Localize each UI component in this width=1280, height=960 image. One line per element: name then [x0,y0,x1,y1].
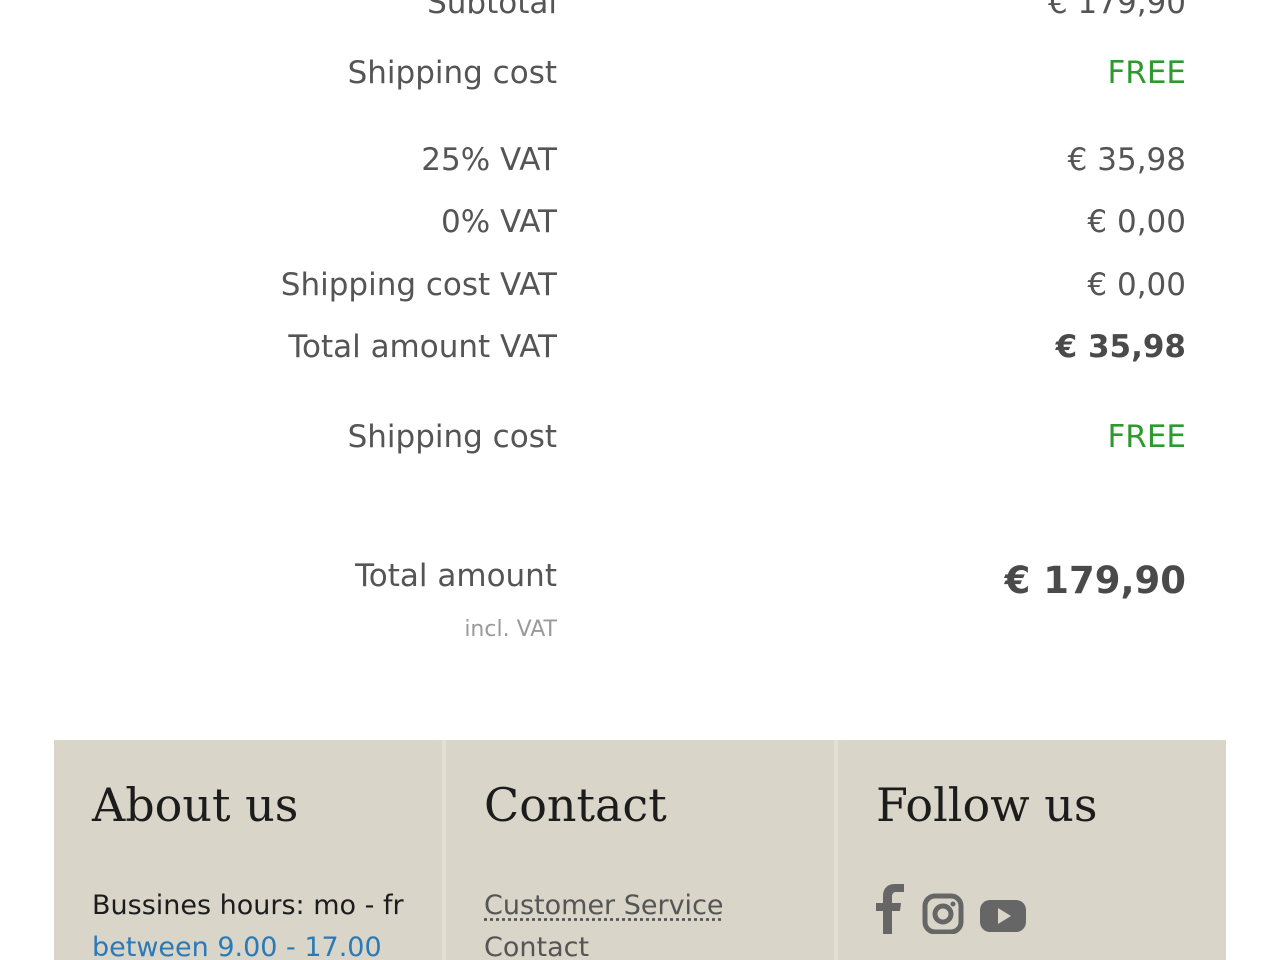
vat-25-value: € 35,98 [1067,142,1186,178]
incl-vat-note: incl. VAT [464,617,557,642]
business-hours-label: Bussines hours: mo - fr [92,890,404,921]
footer-contact: Contact Customer Service Contact [446,740,834,960]
customer-service-link[interactable]: Customer Service [484,890,724,921]
shipping-cost-vat-value: € 0,00 [1087,267,1186,303]
footer-follow: Follow us [838,740,1226,960]
about-heading: About us [92,778,299,832]
vat-0-label: 0% VAT [441,204,557,240]
subtotal-label: Subtotal [427,0,557,21]
vat-25-label: 25% VAT [421,142,557,178]
total-amount-vat-label: Total amount VAT [288,329,557,365]
shipping-cost-value-2: FREE [1107,419,1186,455]
order-summary: Subtotal € 179,90 Shipping cost FREE 25%… [0,0,1280,700]
total-amount-value: € 179,90 [1004,559,1186,602]
contact-link[interactable]: Contact [484,932,589,960]
total-amount-vat-value: € 35,98 [1055,329,1186,365]
business-hours-value[interactable]: between 9.00 - 17.00 [92,932,382,960]
shipping-cost-label-2: Shipping cost [347,419,557,455]
subtotal-value: € 179,90 [1047,0,1186,21]
total-amount-label: Total amount [355,558,557,594]
shipping-cost-value: FREE [1107,55,1186,91]
instagram-icon[interactable] [922,884,964,938]
follow-heading: Follow us [876,778,1098,832]
youtube-icon[interactable] [978,884,1028,938]
footer-about: About us Bussines hours: mo - fr between… [54,740,442,960]
facebook-icon[interactable] [874,884,908,938]
contact-heading: Contact [484,778,667,832]
shipping-cost-vat-label: Shipping cost VAT [280,267,557,303]
shipping-cost-label: Shipping cost [347,55,557,91]
vat-0-value: € 0,00 [1087,204,1186,240]
footer: About us Bussines hours: mo - fr between… [54,740,1226,960]
